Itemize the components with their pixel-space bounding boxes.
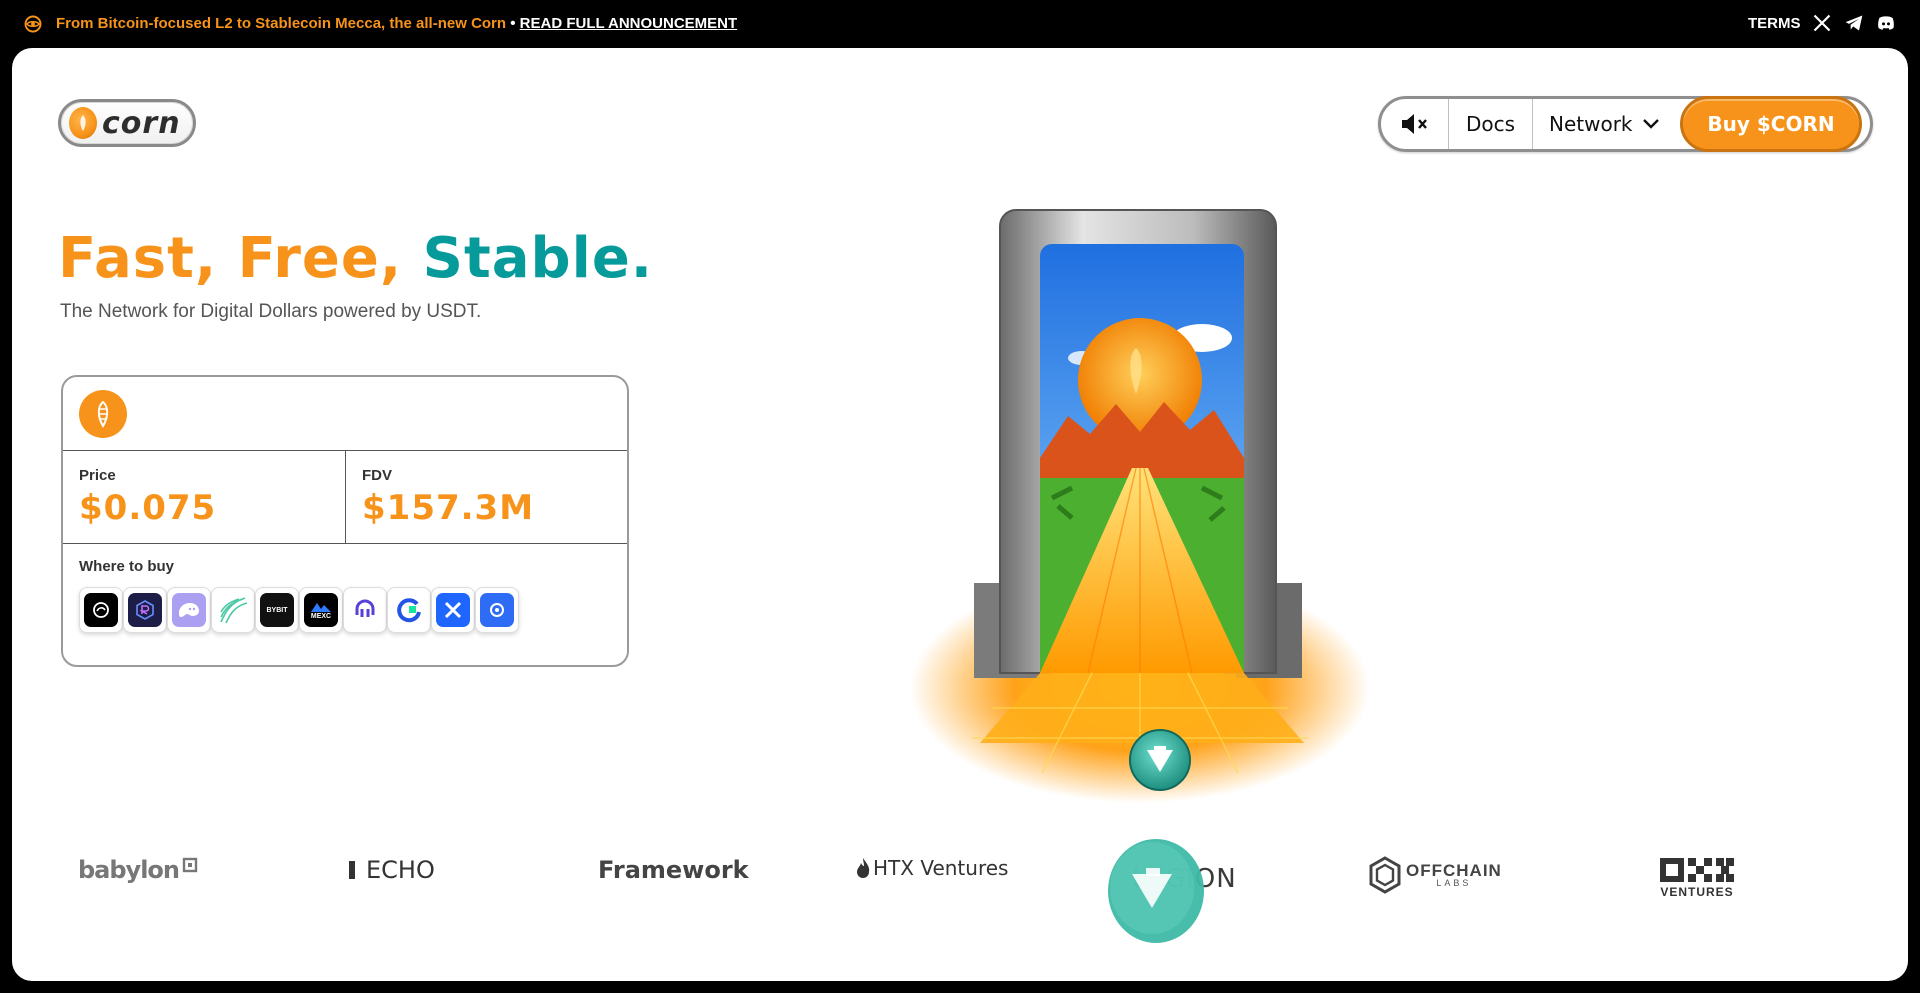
telegram-icon[interactable]: [1844, 13, 1864, 33]
babylon-mark-icon: [182, 857, 198, 873]
offchain-labs-label: LABS: [1436, 878, 1472, 888]
price-value: $0.075: [79, 488, 217, 528]
htx-ventures-label: HTX Ventures: [873, 856, 1009, 880]
hyperliquid-icon: [216, 593, 250, 627]
offchain-label: OFFCHAIN: [1406, 861, 1502, 880]
okx-checker-icon: [1660, 858, 1734, 882]
price-cell: Price $0.075: [63, 451, 345, 543]
speaker-muted-icon: [1401, 114, 1427, 134]
corn-kernel-icon: [69, 107, 97, 139]
hero-subline: The Network for Digital Dollars powered …: [60, 301, 482, 322]
raydium-icon: [128, 593, 162, 627]
echo-label: ECHO: [366, 856, 435, 884]
mexc-label: MEXC: [310, 612, 332, 620]
main-card: corn Docs Network Buy $CORN Fast, Free, …: [12, 48, 1908, 981]
fdv-cell: FDV $157.3M: [345, 451, 627, 543]
partner-echo[interactable]: ECHO: [348, 856, 435, 884]
kraken-icon: [348, 593, 382, 627]
bybit-label: BYBIT: [266, 606, 288, 614]
where-to-buy-label: Where to buy: [79, 558, 175, 575]
framework-label: Framework: [598, 856, 749, 884]
logo-wordmark: corn: [102, 105, 181, 141]
okx-icon: [84, 593, 118, 627]
exchange-bitget[interactable]: [431, 587, 475, 633]
corn-token-icon: [79, 389, 127, 438]
hero-headline: Fast, Free, Stable.: [58, 226, 653, 291]
where-to-buy: Where to buy BYBIT MEXC: [63, 544, 627, 633]
tether-coin-icon: [1108, 839, 1204, 943]
announcement-message: From Bitcoin-focused L2 to Stablecoin Me…: [56, 15, 507, 32]
corn-logo[interactable]: corn: [58, 99, 196, 147]
htx-flame-icon: [857, 858, 870, 878]
headline-orange: Fast, Free,: [58, 226, 423, 291]
tokenlon-icon: [480, 593, 514, 627]
discord-icon[interactable]: [1876, 13, 1896, 33]
bitget-icon: [436, 593, 470, 627]
exchange-bybit[interactable]: BYBIT: [255, 587, 299, 633]
eye-icon: [24, 15, 42, 33]
mute-button[interactable]: [1381, 99, 1449, 149]
echo-bar-icon: [349, 861, 355, 879]
partner-framework[interactable]: Framework: [598, 856, 749, 884]
fdv-value: $157.3M: [362, 488, 535, 528]
mexc-icon: MEXC: [304, 593, 338, 627]
network-dropdown[interactable]: Network: [1533, 99, 1683, 149]
terms-link[interactable]: TERMS: [1748, 15, 1801, 32]
partner-htx-ventures[interactable]: HTX Ventures: [856, 856, 1008, 880]
exchange-okx[interactable]: [79, 587, 123, 633]
buy-corn-button[interactable]: Buy $CORN: [1680, 96, 1862, 152]
read-announcement-link[interactable]: READ FULL ANNOUNCEMENT: [520, 15, 738, 32]
partner-offchain-labs[interactable]: OFFCHAIN LABS: [1368, 856, 1502, 894]
gate-icon: [392, 593, 426, 627]
partner-legion[interactable]: LEGION: [1106, 838, 1236, 948]
offchain-hexagon-icon: [1369, 856, 1401, 894]
price-label: Price: [79, 467, 116, 484]
partner-babylon[interactable]: babylon: [78, 856, 198, 884]
portal-illustration: [910, 209, 1370, 803]
okx-ventures-label: VENTURES: [1660, 885, 1734, 899]
exchange-phantom[interactable]: [167, 587, 211, 633]
stats-header: [63, 377, 627, 451]
chevron-down-icon: [1642, 119, 1659, 129]
fdv-label: FDV: [362, 467, 392, 484]
babylon-label: babylon: [78, 856, 180, 884]
partner-okx-ventures[interactable]: VENTURES: [1660, 858, 1734, 898]
token-stats-card: Price $0.075 FDV $157.3M Where to buy BY…: [61, 375, 629, 667]
announcement-separator: •: [510, 15, 516, 32]
headline-teal: Stable.: [422, 226, 654, 291]
exchange-kraken[interactable]: [343, 587, 387, 633]
phantom-icon: [172, 593, 206, 627]
bybit-icon: BYBIT: [260, 593, 294, 627]
announcement-text: From Bitcoin-focused L2 to Stablecoin Me…: [56, 15, 737, 32]
offchain-wordmark: OFFCHAIN LABS: [1406, 862, 1502, 888]
stats-row: Price $0.075 FDV $157.3M: [63, 451, 627, 544]
exchange-tokenlon[interactable]: [475, 587, 519, 633]
exchange-raydium[interactable]: [123, 587, 167, 633]
announcement-bar: From Bitcoin-focused L2 to Stablecoin Me…: [0, 0, 1920, 47]
exchange-hyperliquid[interactable]: [211, 587, 255, 633]
docs-link[interactable]: Docs: [1449, 99, 1533, 149]
exchange-mexc[interactable]: MEXC: [299, 587, 343, 633]
exchange-list: BYBIT MEXC: [79, 587, 611, 633]
exchange-gate[interactable]: [387, 587, 431, 633]
x-twitter-icon[interactable]: [1812, 13, 1832, 33]
network-label: Network: [1549, 112, 1633, 136]
